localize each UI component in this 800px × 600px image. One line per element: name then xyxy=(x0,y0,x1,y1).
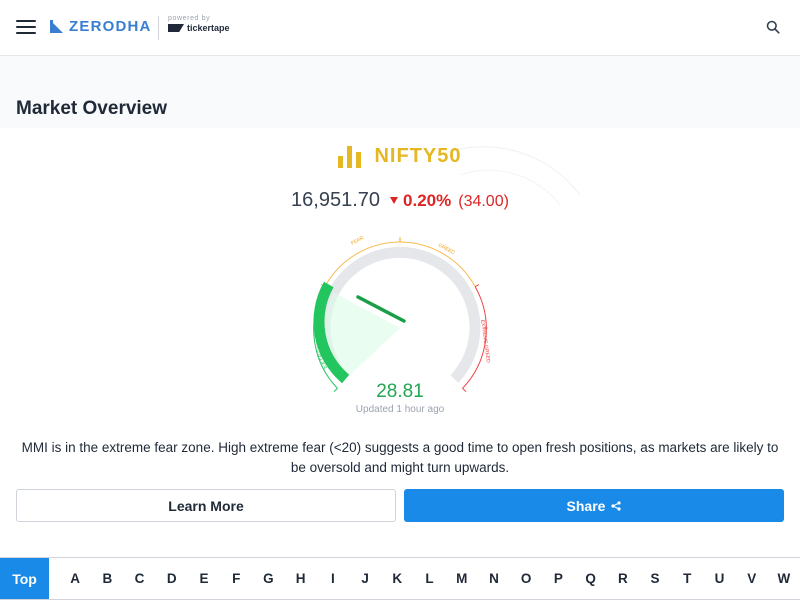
top-header: ZERODHA powered by tickertape xyxy=(0,0,800,56)
page-title: Market Overview xyxy=(16,98,168,119)
az-letter-a[interactable]: A xyxy=(59,571,91,586)
index-header: NIFTY50 xyxy=(0,145,800,168)
az-letter-s[interactable]: S xyxy=(639,571,671,586)
az-letter-n[interactable]: N xyxy=(478,571,510,586)
az-top-tab[interactable]: Top xyxy=(0,558,49,600)
decorative-arcs xyxy=(439,146,581,206)
az-letter-c[interactable]: C xyxy=(123,571,155,586)
az-letter-p[interactable]: P xyxy=(542,571,574,586)
partner-name: tickertape xyxy=(187,23,230,33)
az-letter-m[interactable]: M xyxy=(446,571,478,586)
az-letter-u[interactable]: U xyxy=(703,571,735,586)
index-price-row: 16,951.70 0.20% (34.00) xyxy=(0,189,800,212)
az-letter-d[interactable]: D xyxy=(156,571,188,586)
hamburger-menu-icon[interactable] xyxy=(16,20,36,34)
search-icon[interactable] xyxy=(766,20,780,34)
share-label: Share xyxy=(566,497,606,514)
mmi-value: 28.81 xyxy=(376,381,424,402)
az-letter-e[interactable]: E xyxy=(188,571,220,586)
share-icon xyxy=(611,500,622,511)
mmi-description: MMI is in the extreme fear zone. High ex… xyxy=(21,440,779,475)
az-letter-f[interactable]: F xyxy=(220,571,252,586)
zerodha-logo[interactable]: ZERODHA xyxy=(50,18,152,35)
updated-time: Updated 1 hour ago xyxy=(355,404,445,415)
alphabet-nav: Top ABCDEFGHIJKLMNOPQRSTUVW xyxy=(0,557,800,600)
header-divider xyxy=(158,16,159,40)
index-name: NIFTY50 xyxy=(374,145,462,167)
learn-more-button[interactable]: Learn More xyxy=(16,489,396,522)
az-letters: ABCDEFGHIJKLMNOPQRSTUVW xyxy=(49,558,800,600)
zerodha-logo-icon xyxy=(50,20,63,33)
bar-chart-icon xyxy=(338,145,362,168)
label-greed: GREED xyxy=(437,242,456,256)
index-change-absolute: (34.00) xyxy=(458,193,509,210)
label-fear: FEAR xyxy=(350,235,365,247)
powered-by-text: powered by xyxy=(168,15,211,22)
share-button[interactable]: Share xyxy=(404,489,784,522)
az-letter-o[interactable]: O xyxy=(510,571,542,586)
az-letter-k[interactable]: K xyxy=(381,571,413,586)
tickertape-logo-icon xyxy=(168,24,184,32)
az-letter-v[interactable]: V xyxy=(736,571,768,586)
az-letter-g[interactable]: G xyxy=(252,571,284,586)
powered-by-badge[interactable]: powered by tickertape xyxy=(168,15,230,33)
az-letter-r[interactable]: R xyxy=(607,571,639,586)
brand-name: ZERODHA xyxy=(69,18,152,35)
down-arrow-icon xyxy=(390,197,399,204)
az-letter-t[interactable]: T xyxy=(671,571,703,586)
learn-more-label: Learn More xyxy=(168,497,244,514)
az-letter-l[interactable]: L xyxy=(413,571,445,586)
az-letter-b[interactable]: B xyxy=(91,571,123,586)
az-letter-w[interactable]: W xyxy=(768,571,800,586)
index-price: 16,951.70 xyxy=(291,189,381,211)
az-letter-j[interactable]: J xyxy=(349,571,381,586)
label-extreme-greed: EXTREME GREED xyxy=(479,319,491,363)
index-change-percent: 0.20% xyxy=(403,191,452,210)
az-letter-h[interactable]: H xyxy=(285,571,317,586)
az-letter-i[interactable]: I xyxy=(317,571,349,586)
az-letter-q[interactable]: Q xyxy=(575,571,607,586)
